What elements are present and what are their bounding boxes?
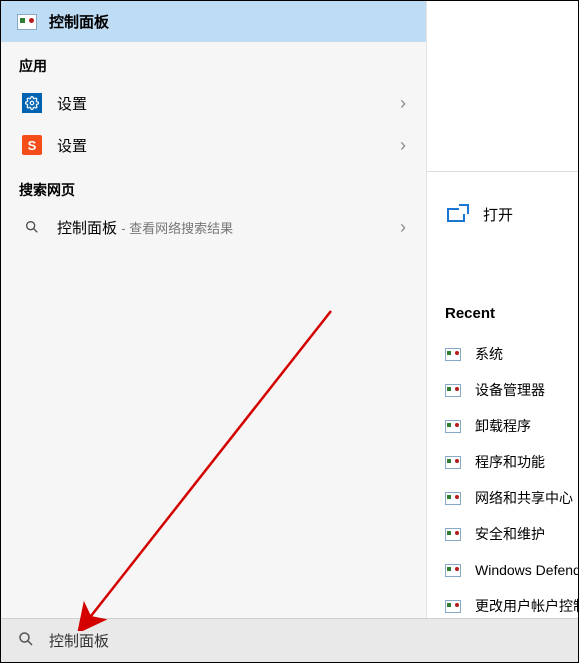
control-panel-icon [445,564,461,577]
control-panel-icon [445,528,461,541]
recent-item[interactable]: 设备管理器 [445,372,578,408]
recent-item[interactable]: Windows Defender 防火墙 [445,552,578,588]
control-panel-icon [445,600,461,613]
control-panel-icon [445,348,461,361]
control-panel-icon [445,492,461,505]
recent-item[interactable]: 更改用户帐户控制设置 [445,588,578,618]
chevron-right-icon: › [400,135,406,156]
recent-item-label: 网络和共享中心 [475,488,573,508]
recent-item[interactable]: 安全和维护 [445,516,578,552]
search-icon [21,216,43,238]
recent-item-label: 卸载程序 [475,416,531,436]
recent-item[interactable]: 程序和功能 [445,444,578,480]
results-left-column: 控制面板 应用 设置 › S 设置 › 搜索网页 [1,1,427,618]
recent-item-label: 程序和功能 [475,452,545,472]
section-header-web: 搜索网页 [1,166,426,206]
control-panel-icon [17,14,37,30]
recent-item[interactable]: 网络和共享中心 [445,480,578,516]
app-item-settings-2[interactable]: S 设置 › [1,124,426,166]
web-item-sub: - 查看网络搜索结果 [121,221,233,236]
app-item-settings-1[interactable]: 设置 › [1,82,426,124]
recent-item-label: 设备管理器 [475,380,545,400]
recent-header: Recent [445,305,578,322]
sogou-icon: S [22,135,42,155]
recent-item-label: 更改用户帐户控制设置 [475,596,578,616]
recent-item-label: 安全和维护 [475,524,545,544]
recent-item-label: 系统 [475,344,503,364]
details-right-column: 打开 Recent 系统设备管理器卸载程序程序和功能网络和共享中心安全和维护 Wi… [427,1,578,618]
app-item-label: 设置 [57,135,386,156]
open-label: 打开 [483,204,513,225]
recent-item-label: Windows Defender 防火墙 [475,560,578,580]
recent-item[interactable]: 卸载程序 [445,408,578,444]
divider [427,171,578,172]
chevron-right-icon: › [400,93,406,114]
control-panel-icon [445,384,461,397]
search-input[interactable] [49,632,562,649]
section-header-apps: 应用 [1,42,426,82]
recent-item[interactable]: 系统 [445,336,578,372]
open-icon [447,208,465,222]
chevron-right-icon: › [400,217,406,238]
best-match-title: 控制面板 [49,11,109,32]
web-search-item[interactable]: 控制面板 - 查看网络搜索结果 › [1,206,426,248]
control-panel-icon [445,456,461,469]
search-bar[interactable] [1,618,578,662]
best-match-row[interactable]: 控制面板 [1,1,426,42]
gear-icon [22,93,42,113]
recent-list: 系统设备管理器卸载程序程序和功能网络和共享中心安全和维护 Windows Defe… [445,336,578,618]
open-action[interactable]: 打开 [445,202,578,255]
search-icon [17,630,35,651]
web-item-label: 控制面板 - 查看网络搜索结果 [57,217,386,238]
app-item-label: 设置 [57,93,386,114]
control-panel-icon [445,420,461,433]
